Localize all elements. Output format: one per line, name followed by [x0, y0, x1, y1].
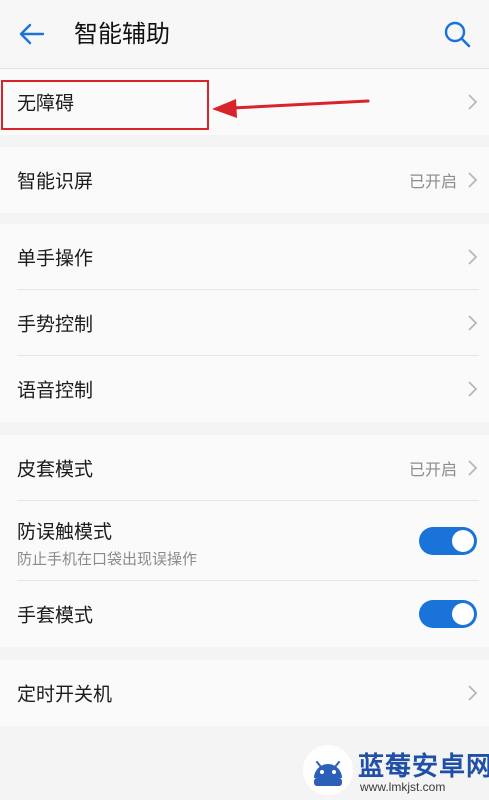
watermark-title: 蓝莓安卓网: [358, 752, 489, 782]
annotation-highlight-box: [1, 80, 209, 130]
setting-label: 智能识屏: [17, 170, 94, 193]
setting-label: 皮套模式: [17, 458, 94, 481]
chevron-right-icon: [468, 172, 478, 188]
setting-row-cover-mode[interactable]: 皮套模式 已开启: [0, 435, 489, 501]
watermark-url: www.lmkjst.com: [360, 780, 446, 794]
settings-group-smart-screen: 智能识屏 已开启: [0, 147, 489, 213]
setting-row-one-hand[interactable]: 单手操作: [0, 224, 489, 290]
setting-row-scheduled-power[interactable]: 定时开关机: [0, 660, 489, 726]
search-icon: [444, 21, 471, 48]
settings-group-modes: 皮套模式 已开启 防误触模式 防止手机在口袋出现误操作 手套模式: [0, 435, 489, 647]
setting-row-glove-mode: 手套模式: [0, 581, 489, 647]
setting-label: 语音控制: [17, 379, 94, 402]
glove-mode-toggle[interactable]: [419, 600, 477, 628]
setting-row-accidental-touch: 防误触模式 防止手机在口袋出现误操作: [0, 501, 489, 581]
page-title: 智能辅助: [74, 20, 170, 48]
chevron-right-icon: [468, 315, 478, 331]
chevron-right-icon: [468, 249, 478, 265]
settings-group-schedule: 定时开关机: [0, 660, 489, 726]
setting-row-voice[interactable]: 语音控制: [0, 356, 489, 422]
setting-label: 定时开关机: [17, 683, 113, 706]
arrow-left-icon: [19, 23, 45, 45]
settings-group-controls: 单手操作 手势控制 语音控制: [0, 224, 489, 422]
setting-value: 已开启: [408, 172, 457, 191]
accidental-touch-toggle[interactable]: [419, 527, 477, 555]
search-button[interactable]: [437, 14, 477, 54]
chevron-right-icon: [468, 94, 478, 110]
chevron-right-icon: [468, 460, 478, 476]
app-bar: 智能辅助: [0, 0, 489, 69]
chevron-right-icon: [468, 381, 478, 397]
setting-label: 手势控制: [17, 313, 94, 336]
toggle-knob: [452, 603, 474, 625]
setting-label: 手套模式: [17, 604, 94, 627]
setting-sublabel: 防止手机在口袋出现误操作: [17, 550, 198, 568]
setting-label: 防误触模式: [17, 521, 113, 543]
setting-label: 单手操作: [17, 247, 94, 270]
toggle-knob: [452, 530, 474, 552]
android-logo-icon: [303, 745, 353, 795]
setting-row-gesture[interactable]: 手势控制: [0, 290, 489, 356]
setting-row-smart-screen[interactable]: 智能识屏 已开启: [0, 147, 489, 213]
back-button[interactable]: [12, 14, 52, 54]
setting-value: 已开启: [408, 460, 457, 479]
chevron-right-icon: [468, 685, 478, 701]
watermark: 蓝莓安卓网 www.lmkjst.com: [298, 742, 489, 800]
